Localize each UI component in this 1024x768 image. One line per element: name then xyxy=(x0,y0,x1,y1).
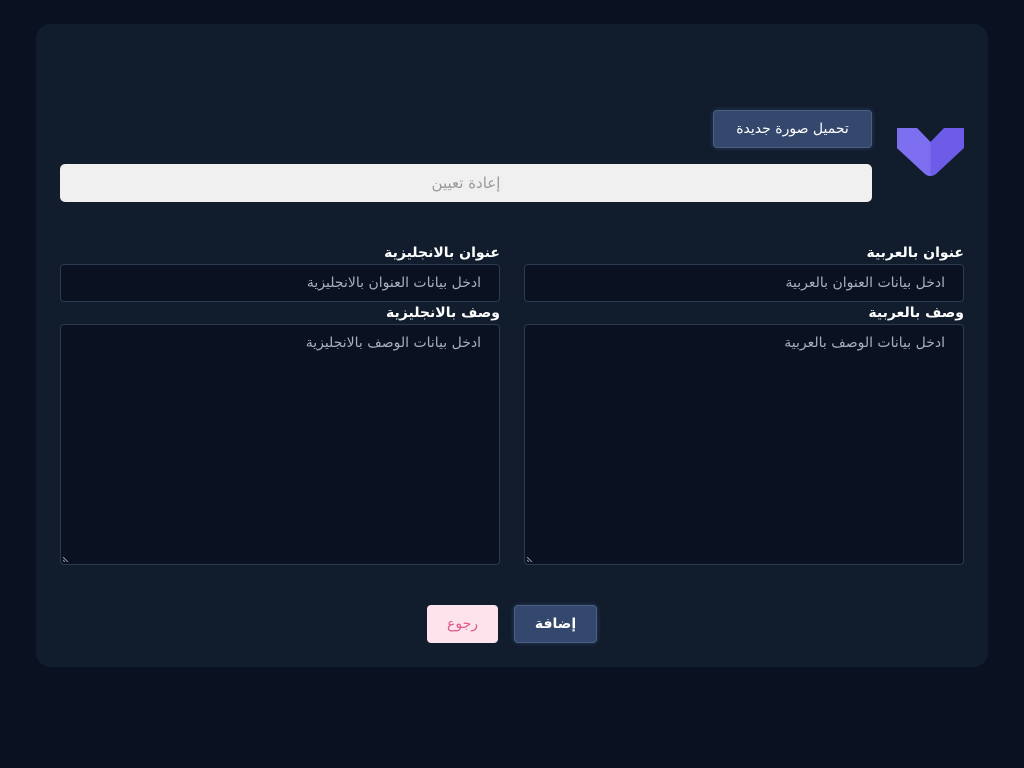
resize-handle-icon[interactable] xyxy=(63,556,69,562)
resize-handle-icon[interactable] xyxy=(527,556,533,562)
desc-en-textarea[interactable]: ادخل بيانات الوصف بالانجليزية xyxy=(60,324,500,565)
desc-ar-label: وصف بالعربية xyxy=(868,305,964,321)
back-button[interactable]: رجوع xyxy=(427,605,498,643)
desc-ar-textarea[interactable]: ادخل بيانات الوصف بالعربية xyxy=(524,324,964,565)
desc-en-placeholder: ادخل بيانات الوصف بالانجليزية xyxy=(305,335,481,351)
title-ar-label: عنوان بالعربية xyxy=(866,245,964,261)
title-en-label: عنوان بالانجليزية xyxy=(384,245,500,261)
desc-en-label: وصف بالانجليزية xyxy=(386,305,500,321)
desc-ar-placeholder: ادخل بيانات الوصف بالعربية xyxy=(784,335,945,351)
upload-image-button[interactable]: تحميل صورة جديدة xyxy=(713,110,872,148)
reset-button[interactable]: إعادة تعيين xyxy=(60,164,872,202)
logo-icon xyxy=(897,128,964,176)
title-ar-input[interactable]: ادخل بيانات العنوان بالعربية xyxy=(524,264,964,302)
add-button[interactable]: إضافة xyxy=(514,605,597,643)
title-en-input[interactable]: ادخل بيانات العنوان بالانجليزية xyxy=(60,264,500,302)
